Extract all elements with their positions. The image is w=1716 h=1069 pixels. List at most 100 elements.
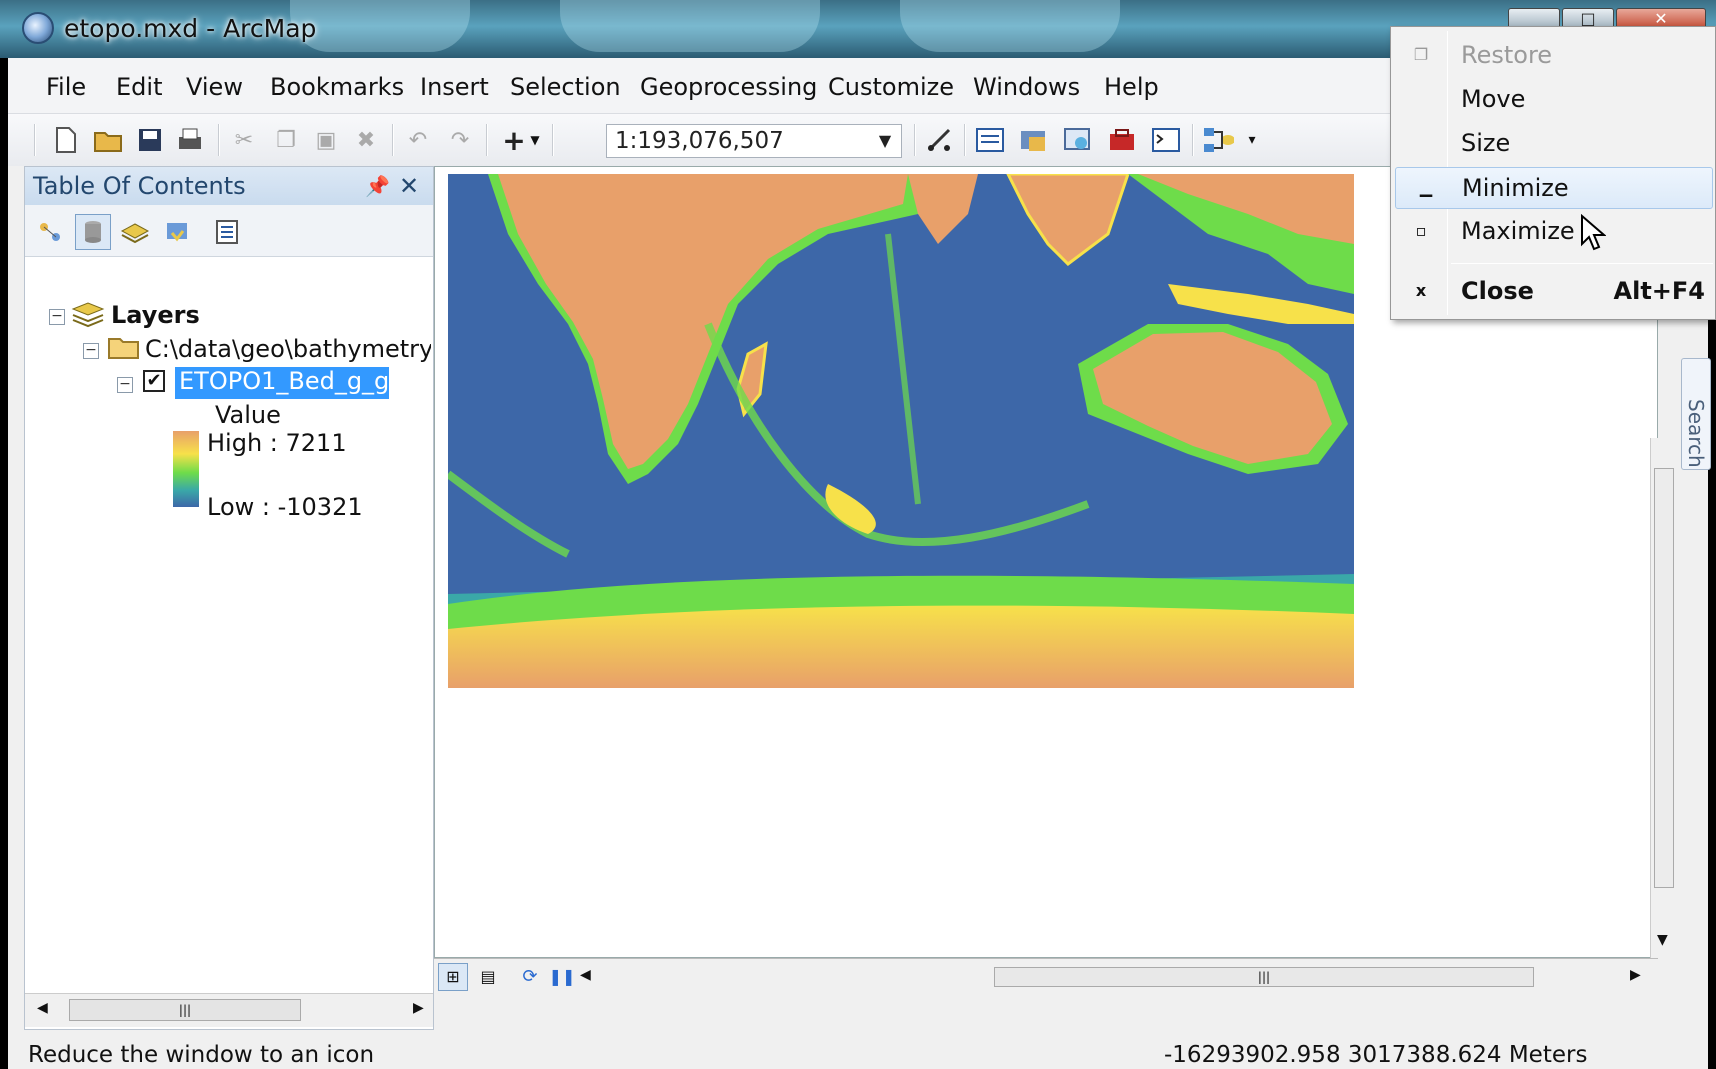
toc-options-icon[interactable] [209,214,245,250]
menu-file[interactable]: File [46,73,86,101]
toc-title: Table Of Contents [33,172,246,200]
toolbar-separator [486,124,488,156]
arcmap-window: etopo.mxd - ArcMap _ □ ✕ File Edit View … [0,0,1716,1069]
minimize-label: Minimize [1462,174,1569,202]
toolbar-separator [392,124,394,156]
python-icon[interactable] [1150,124,1182,156]
scroll-down-icon[interactable]: ▼ [1657,932,1668,948]
menu-item-size[interactable]: Size [1391,123,1716,165]
scroll-left-icon[interactable]: ◀ [37,1000,48,1016]
data-view-icon[interactable]: ⊞ [438,963,468,991]
toc-header: Table Of Contents 📌 ✕ [25,167,433,205]
model-builder-icon[interactable] [1202,124,1234,156]
legend-value-heading: Value [215,401,281,429]
menu-item-maximize[interactable]: ▫ Maximize [1391,211,1716,253]
maximize-label: Maximize [1461,217,1575,245]
cut-icon[interactable]: ✂ [228,124,260,156]
arcmap-app-icon[interactable] [22,12,54,44]
undo-icon[interactable]: ↶ [402,124,434,156]
close-shortcut: Alt+F4 [1613,277,1705,305]
toolbar-separator [1192,124,1194,156]
layers-icon [71,299,105,333]
menu-item-move[interactable]: Move [1391,79,1716,121]
scroll-right-icon[interactable]: ▶ [413,1000,424,1016]
close-icon[interactable]: ✕ [399,167,419,205]
map-vertical-scrollbar[interactable]: ▼ [1650,438,1676,958]
move-label: Move [1461,85,1526,113]
copy-icon[interactable]: ❐ [270,124,302,156]
paste-icon[interactable]: ▣ [310,124,342,156]
collapse-layers-icon[interactable]: − [49,309,65,325]
table-of-contents-pane: Table Of Contents 📌 ✕ − Layers − C:\data… [24,166,434,1030]
list-by-selection-icon[interactable] [159,214,195,250]
toc-toolbar [25,205,433,257]
menu-windows[interactable]: Windows [973,73,1080,101]
redo-icon[interactable]: ↷ [444,124,476,156]
layout-view-icon[interactable]: ▤ [474,963,502,991]
toc-horizontal-scrollbar[interactable]: ◀ ||| ▶ [25,993,433,1027]
map-horizontal-scroll-thumb[interactable]: ||| [994,967,1534,987]
map-vertical-scroll-thumb[interactable] [1654,468,1674,888]
menu-item-close[interactable]: x Close Alt+F4 [1391,271,1716,313]
scroll-thumb[interactable]: ||| [69,999,301,1021]
layer-visibility-checkbox[interactable]: ✔ [143,370,165,392]
list-by-visibility-icon[interactable] [117,214,153,250]
add-data-dropdown-icon[interactable]: ▼ [526,124,544,156]
search-window-icon[interactable] [1062,124,1094,156]
legend-low-label: Low : -10321 [207,493,363,521]
aero-glass-highlight [900,0,1120,52]
restore-label: Restore [1461,41,1553,69]
map-scale-combobox[interactable]: 1:193,076,507 ▼ [606,124,902,158]
catalog-icon[interactable] [1018,124,1050,156]
toolbar-overflow-icon[interactable]: ▾ [1242,124,1262,156]
etopo-raster-map [448,174,1354,688]
menu-item-minimize[interactable]: ▁ Minimize [1395,167,1713,209]
delete-icon[interactable]: ✖ [350,124,382,156]
size-label: Size [1461,129,1511,157]
menu-selection[interactable]: Selection [510,73,621,101]
pin-icon[interactable]: 📌 [365,167,390,205]
toolbar-grip[interactable] [34,124,36,156]
editor-icon[interactable] [924,124,956,156]
toolbar-separator [914,124,916,156]
list-by-source-icon[interactable] [75,214,111,250]
arctoolbox-icon[interactable] [1106,124,1138,156]
close-label: Close [1461,277,1534,305]
search-dock-tab[interactable]: Search [1681,358,1711,470]
minimize-icon: ▁ [1419,178,1433,197]
folder-icon [107,333,141,365]
pause-drawing-icon[interactable]: ❚❚ [548,963,576,991]
toolbar-separator [552,124,554,156]
menu-item-restore[interactable]: ❐ Restore [1391,35,1716,77]
menu-bookmarks[interactable]: Bookmarks [270,73,404,101]
layer-name-selected[interactable]: ETOPO1_Bed_g_geoti [175,367,389,399]
menu-customize[interactable]: Customize [828,73,954,101]
print-icon[interactable] [174,124,206,156]
menu-insert[interactable]: Insert [420,73,489,101]
save-icon[interactable] [134,124,166,156]
collapse-folder-icon[interactable]: − [83,343,99,359]
toolbar-separator [218,124,220,156]
refresh-icon[interactable]: ⟳ [516,963,544,991]
data-source-path[interactable]: C:\data\geo\bathymetry\ [145,335,431,363]
collapse-layer-icon[interactable]: − [117,377,133,393]
menu-help[interactable]: Help [1104,73,1159,101]
table-of-contents-icon[interactable] [974,124,1006,156]
layers-label[interactable]: Layers [111,301,200,329]
list-by-drawing-order-icon[interactable] [33,214,69,250]
menu-separator [1451,263,1713,264]
menu-edit[interactable]: Edit [116,73,162,101]
menu-view[interactable]: View [186,73,243,101]
restore-icon: ❐ [1413,45,1429,64]
search-tab-label: Search [1684,399,1708,468]
menu-geoprocessing[interactable]: Geoprocessing [640,73,817,101]
window-system-menu: ❐ Restore Move Size ▁ Minimize ▫ Maximiz… [1390,26,1716,320]
chevron-down-icon[interactable]: ▼ [873,125,897,157]
scroll-right-icon[interactable]: ▶ [1630,967,1641,983]
open-folder-icon[interactable] [92,124,124,156]
new-document-icon[interactable] [50,124,82,156]
toolbar-separator [964,124,966,156]
cursor-coordinates: -16293902.958 3017388.624 Meters [1164,1042,1588,1068]
status-bar: Reduce the window to an icon -16293902.9… [8,1042,1708,1069]
scroll-left-icon[interactable]: ◀ [580,967,591,983]
